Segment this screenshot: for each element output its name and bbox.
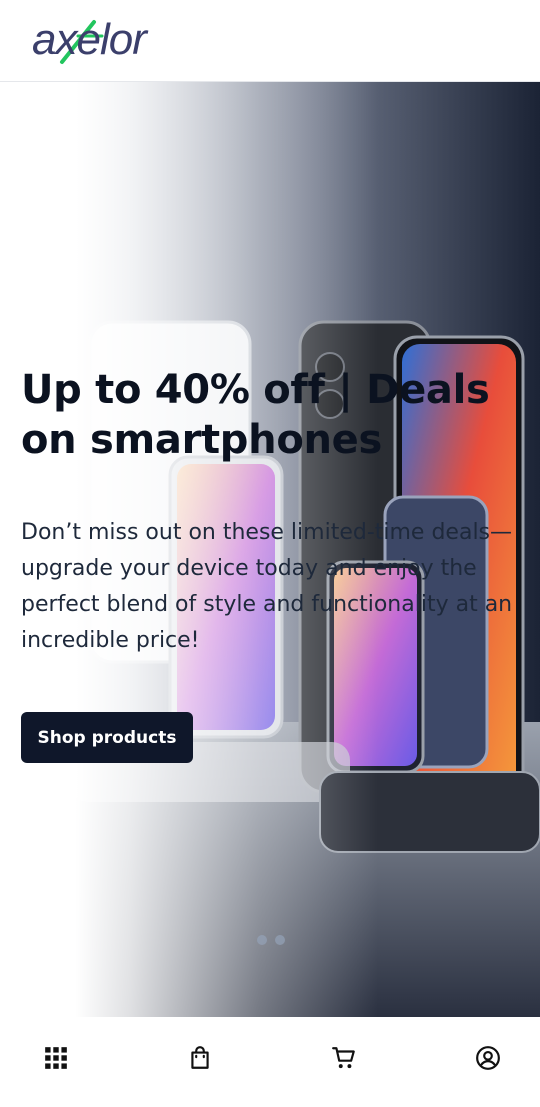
axelor-logo[interactable]: axelor <box>32 10 202 70</box>
account-icon <box>476 1046 500 1070</box>
nav-orders[interactable] <box>185 1043 215 1073</box>
shop-products-button[interactable]: Shop products <box>21 712 193 763</box>
hero-description: Don’t miss out on these limited-time dea… <box>21 520 513 653</box>
carousel-dot[interactable] <box>257 935 267 945</box>
logo-text: axelor <box>32 15 149 64</box>
shopping-bag-icon <box>191 1046 209 1069</box>
nav-categories[interactable] <box>41 1043 71 1073</box>
cart-icon <box>332 1047 355 1069</box>
carousel-dot[interactable] <box>275 935 285 945</box>
bottom-navigation <box>0 1017 540 1107</box>
carousel-indicator <box>257 935 285 947</box>
hero-banner: Up to 40% off | Deals on smartphones Don… <box>0 82 540 1017</box>
app-header: axelor <box>0 0 540 82</box>
nav-account[interactable] <box>473 1043 503 1073</box>
grid-icon <box>45 1047 67 1069</box>
nav-cart[interactable] <box>329 1043 359 1073</box>
hero-title: Up to 40% off | Deals on smartphones <box>21 367 490 463</box>
